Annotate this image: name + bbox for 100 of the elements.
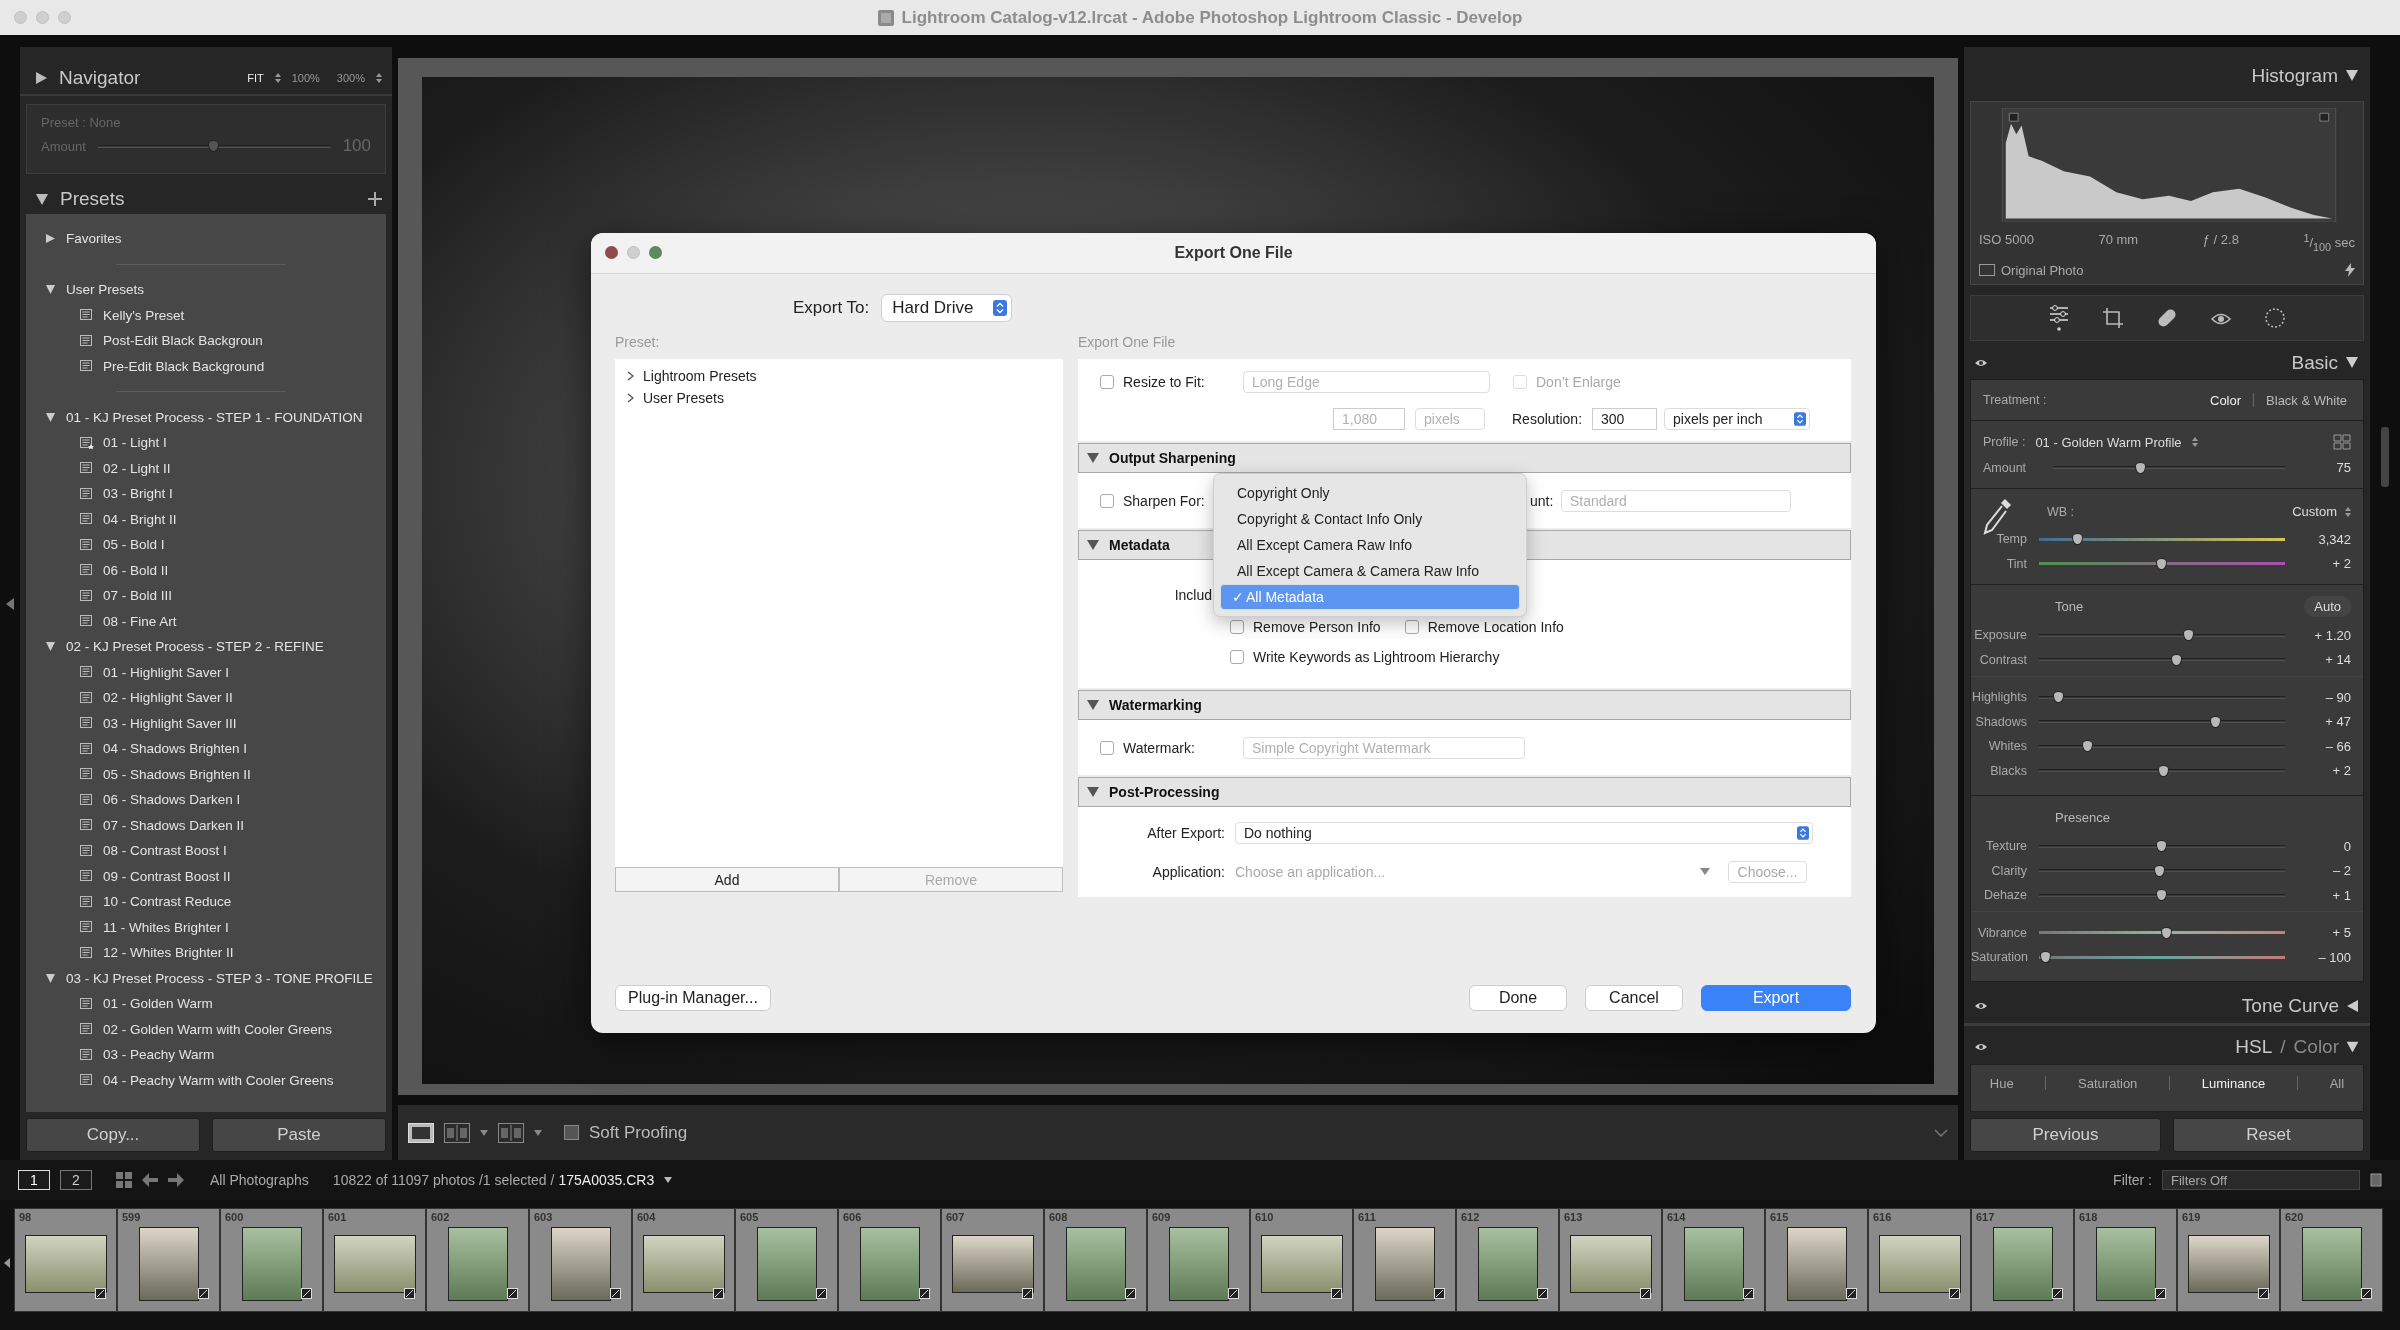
filmstrip-cell[interactable]: 614	[1662, 1208, 1765, 1312]
slider-thumb[interactable]	[2183, 629, 2195, 642]
slider-thumb[interactable]	[2052, 691, 2064, 704]
preset-item[interactable]: 02 - Highlight Saver II	[26, 685, 386, 711]
slider-thumb[interactable]	[2082, 740, 2094, 753]
window-button[interactable]: 1	[18, 1170, 50, 1190]
caret-icon[interactable]	[480, 1129, 488, 1136]
preset-item[interactable]: 10 - Contrast Reduce	[26, 889, 386, 915]
preset-item[interactable]: 12 - Whites Brighter II	[26, 940, 386, 966]
slider-thumb[interactable]	[2135, 461, 2147, 474]
hsl-tab[interactable]: Saturation	[2072, 1074, 2144, 1092]
preset-folder[interactable]: Favorites	[26, 226, 386, 252]
preset-item[interactable]: 04 - Peachy Warm with Cooler Greens	[26, 1067, 386, 1093]
panel-button[interactable]: Copy...	[26, 1118, 200, 1152]
slider-thumb[interactable]	[2158, 764, 2170, 777]
filmstrip-cell[interactable]: 613	[1559, 1208, 1662, 1312]
preset-item[interactable]: 01 - Light I	[26, 430, 386, 456]
collapse-triangle-icon[interactable]	[36, 193, 48, 205]
checkbox[interactable]	[1100, 374, 1114, 389]
filmstrip-cell[interactable]: 605	[735, 1208, 838, 1312]
filmstrip-cell[interactable]: 602	[426, 1208, 529, 1312]
menu-item[interactable]: All Except Camera & Camera Raw Info	[1220, 558, 1520, 584]
preset-folder[interactable]: Lightroom Presets	[615, 365, 1063, 387]
auto-button[interactable]: Auto	[2304, 596, 2351, 618]
panel-button[interactable]: Reset	[2173, 1118, 2364, 1152]
eye-icon[interactable]	[1974, 1041, 1988, 1052]
slider-thumb[interactable]	[2156, 557, 2167, 570]
forward-arrow-icon[interactable]	[168, 1173, 184, 1187]
resolution-field[interactable]: 300	[1592, 407, 1658, 430]
preset-item[interactable]: 08 - Contrast Boost I	[26, 838, 386, 864]
preset-folder[interactable]: User Presets	[26, 277, 386, 303]
filmstrip-cell[interactable]: 606	[838, 1208, 941, 1312]
after-export-dropdown[interactable]: Do nothing	[1235, 821, 1813, 844]
slider-thumb[interactable]	[208, 140, 220, 152]
menu-item[interactable]: Copyright Only	[1220, 480, 1520, 506]
preset-item[interactable]: 09 - Contrast Boost II	[26, 863, 386, 889]
slider-thumb[interactable]	[2156, 889, 2167, 902]
checkbox[interactable]	[1230, 620, 1244, 634]
eye-icon[interactable]	[1974, 357, 1988, 368]
filmstrip-cell[interactable]: 610	[1250, 1208, 1353, 1312]
filmstrip-cell[interactable]: 601	[323, 1208, 426, 1312]
preset-item[interactable]: Kelly's Preset	[26, 302, 386, 328]
filter-dropdown[interactable]: Filters Off	[2162, 1170, 2360, 1190]
filmstrip-cell[interactable]: 603	[529, 1208, 632, 1312]
sliders-icon[interactable]	[2048, 303, 2070, 332]
slider-thumb[interactable]	[2160, 926, 2172, 939]
application-field[interactable]: Choose an application...	[1235, 863, 1690, 880]
dialog-button[interactable]: Cancel	[1585, 985, 1683, 1011]
preset-item[interactable]: Pre-Edit Black Background	[26, 353, 386, 379]
source-label[interactable]: All Photographs	[210, 1172, 309, 1188]
filmstrip-cell[interactable]: 620	[2280, 1208, 2383, 1312]
preset-folder[interactable]: 03 - KJ Preset Process - STEP 3 - TONE PROFILE	[26, 965, 386, 991]
filmstrip-cell[interactable]: 609	[1147, 1208, 1250, 1312]
caret-icon[interactable]	[664, 1177, 673, 1183]
preset-item[interactable]: 07 - Bold III	[26, 583, 386, 609]
preset-item[interactable]: 06 - Bold II	[26, 557, 386, 583]
filmstrip-cell[interactable]: 619	[2177, 1208, 2280, 1312]
dotted-circle-icon[interactable]	[2264, 306, 2286, 329]
chevron-icon[interactable]	[627, 393, 634, 403]
export-to-dropdown[interactable]: Hard Drive	[881, 294, 1013, 322]
disclosure-triangle-icon[interactable]	[46, 642, 55, 652]
filmstrip-cell[interactable]: 611	[1353, 1208, 1456, 1312]
slider-thumb[interactable]	[2156, 840, 2167, 853]
disclosure-triangle-icon[interactable]	[1087, 700, 1099, 710]
preset-item[interactable]: 03 - Peachy Warm	[26, 1042, 386, 1068]
filmstrip-cell[interactable]: 618	[2074, 1208, 2177, 1312]
section-header[interactable]: Watermarking	[1078, 690, 1851, 720]
grid-icon[interactable]	[116, 1172, 132, 1188]
lightning-icon[interactable]	[2345, 263, 2355, 278]
preset-list-button[interactable]: Add	[615, 867, 839, 892]
filmstrip-cell[interactable]: 608	[1044, 1208, 1147, 1312]
preset-item[interactable]: 06 - Shadows Darken I	[26, 787, 386, 813]
chevron-icon[interactable]	[627, 371, 634, 381]
filmstrip-cell[interactable]: 612	[1456, 1208, 1559, 1312]
disclosure-triangle-icon[interactable]	[46, 412, 55, 422]
scrollbar-thumb[interactable]	[2381, 427, 2389, 487]
preset-folder[interactable]: 01 - KJ Preset Process - STEP 1 - FOUNDATION	[26, 404, 386, 430]
preset-folder[interactable]: User Presets	[615, 387, 1063, 409]
filmstrip-cell[interactable]: 600	[220, 1208, 323, 1312]
zoom-button[interactable]	[649, 246, 662, 259]
balance-mode-dropdown[interactable]: Custom	[2292, 504, 2337, 520]
window-button[interactable]: 2	[60, 1170, 92, 1190]
close-button[interactable]	[605, 246, 618, 259]
disclosure-triangle-icon[interactable]	[1087, 540, 1099, 550]
menu-item[interactable]: All Except Camera Raw Info	[1220, 532, 1520, 558]
eye-icon[interactable]	[1974, 1001, 1988, 1012]
resolution-unit-dropdown[interactable]: pixels per inch	[1664, 407, 1811, 430]
crop-icon[interactable]	[2102, 306, 2124, 329]
plugin-manager-button[interactable]: Plug-in Manager...	[615, 985, 771, 1011]
preset-item[interactable]: 05 - Bold I	[26, 532, 386, 558]
zoom-option[interactable]: 300%	[330, 72, 371, 84]
disclosure-triangle-icon[interactable]	[1087, 453, 1099, 463]
checkbox[interactable]	[1404, 620, 1419, 634]
profile-dropdown[interactable]: 01 - Golden Warm Profile	[2035, 434, 2182, 450]
disclosure-triangle-icon[interactable]	[1087, 787, 1099, 797]
panel-button[interactable]: Paste	[212, 1118, 386, 1152]
disclosure-triangle-icon[interactable]	[46, 973, 55, 983]
preset-item[interactable]: 01 - Highlight Saver I	[26, 659, 386, 685]
section-header[interactable]: Post-Processing	[1078, 777, 1851, 807]
filmstrip-cell[interactable]: 98	[14, 1208, 117, 1312]
